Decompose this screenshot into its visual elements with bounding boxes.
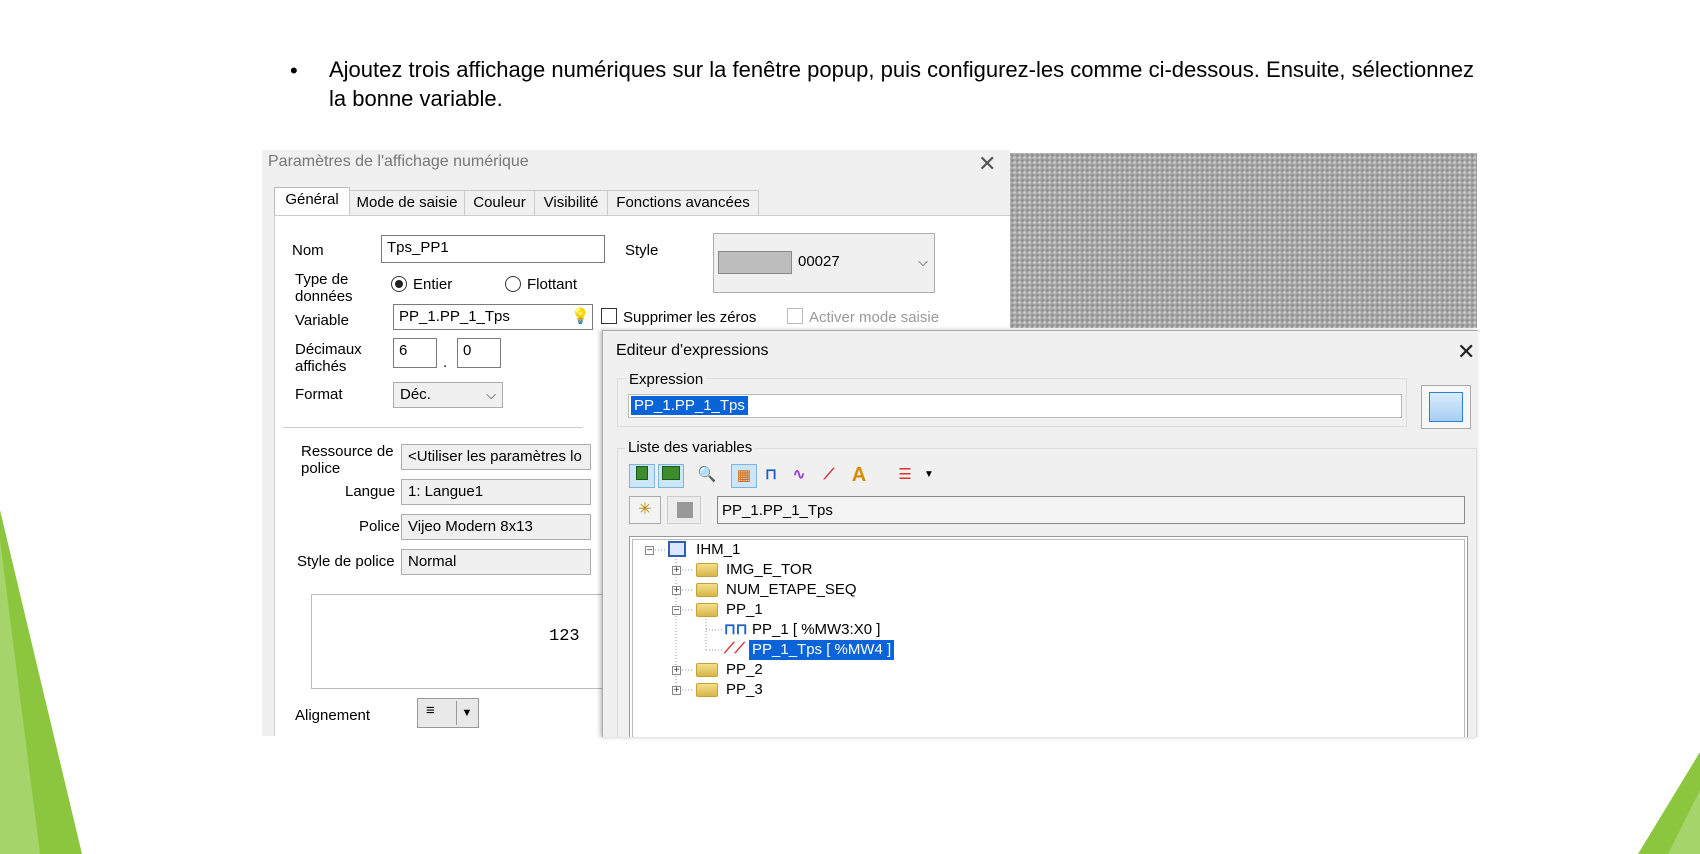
collapse-icon[interactable]: − bbox=[672, 606, 681, 616]
langue-select[interactable]: 1: Langue1 bbox=[401, 479, 591, 505]
ressource-label: Ressource de police bbox=[301, 443, 394, 477]
filter-page-icon[interactable] bbox=[629, 464, 655, 488]
tree-node-pp2[interactable]: PP_2 bbox=[726, 660, 763, 680]
style-swatch bbox=[718, 251, 792, 274]
style-label: Style bbox=[625, 242, 659, 259]
instruction-bullet: • bbox=[290, 58, 298, 83]
activer-saisie-label: Activer mode saisie bbox=[809, 309, 940, 326]
expand-icon[interactable]: + bbox=[672, 666, 681, 676]
format-value: Déc. bbox=[400, 386, 431, 403]
string-icon[interactable]: A bbox=[847, 464, 871, 486]
calculator-icon bbox=[1429, 392, 1463, 422]
radio-flottant-label: Flottant bbox=[527, 276, 578, 293]
folder-icon bbox=[696, 563, 718, 577]
style-police-label: Style de police bbox=[297, 553, 395, 570]
variable-filter-input[interactable]: PP_1.PP_1_Tps bbox=[717, 496, 1465, 524]
police-select[interactable]: Vijeo Modern 8x13 bbox=[401, 514, 591, 540]
langue-label: Langue bbox=[345, 483, 396, 500]
preview-box: 123 bbox=[311, 594, 603, 689]
tab-couleur[interactable]: Couleur bbox=[464, 190, 535, 215]
ressource-select[interactable]: <Utiliser les paramètres lo bbox=[401, 444, 591, 470]
tab-general[interactable]: Général bbox=[274, 187, 350, 216]
style-police-select[interactable]: Normal bbox=[401, 549, 591, 575]
tree-node-pp1-discrete[interactable]: PP_1 [ %MW3:X0 ] bbox=[752, 620, 880, 640]
integer-step-icon: ⟋⟋ bbox=[724, 640, 746, 657]
radio-flottant[interactable] bbox=[505, 276, 521, 292]
analog-signal-icon[interactable]: ∿ bbox=[787, 464, 811, 486]
expand-icon[interactable]: + bbox=[672, 586, 681, 596]
variable-toolbar: 🔍 ▦ ⊓ ∿ ⟋ A ☰ ▼ bbox=[627, 461, 967, 488]
variable-input[interactable]: PP_1.PP_1_Tps bbox=[393, 304, 593, 330]
chevron-down-icon: ⌵ bbox=[486, 387, 496, 402]
tree-node-pp3[interactable]: PP_3 bbox=[726, 680, 763, 700]
lightbulb-icon[interactable]: 💡 bbox=[571, 307, 590, 325]
calculator-button[interactable] bbox=[1421, 385, 1471, 429]
expression-editor-dialog: Editeur d'expressions ✕ Expression PP_1.… bbox=[602, 330, 1478, 737]
suppress-zeros-checkbox[interactable] bbox=[601, 308, 617, 324]
preview-text: 123 bbox=[549, 627, 580, 646]
screen-icon bbox=[668, 541, 686, 557]
style-value: 00027 bbox=[798, 253, 840, 270]
dropdown-arrow-icon: ▼ bbox=[456, 701, 477, 725]
dialog-title: Paramètres de l'affichage numérique bbox=[268, 153, 529, 170]
folder-icon bbox=[696, 603, 718, 617]
dropdown-arrow-icon[interactable]: ▼ bbox=[917, 464, 941, 486]
filter-global-icon[interactable] bbox=[658, 464, 684, 488]
tab-visibilite[interactable]: Visibilité bbox=[534, 190, 608, 215]
tree-node-root-label: IHM_1 bbox=[696, 541, 741, 558]
tree-node-num-etape-seq[interactable]: NUM_ETAPE_SEQ bbox=[726, 580, 857, 600]
variable-label: Variable bbox=[295, 312, 349, 329]
tag-icon[interactable] bbox=[667, 496, 701, 524]
editor-title: Editeur d'expressions bbox=[616, 342, 769, 359]
sun-icon[interactable]: ✳ bbox=[629, 496, 661, 524]
grid-view-icon[interactable]: ▦ bbox=[731, 464, 757, 488]
decimaux-label: Décimaux affichés bbox=[295, 341, 362, 375]
expression-label: Expression bbox=[626, 371, 707, 388]
decimaux-int-input[interactable]: 6 bbox=[393, 338, 437, 368]
nom-label: Nom bbox=[292, 242, 324, 259]
tree-node-pp1-tps[interactable]: PP_1_Tps [ %MW4 ] bbox=[749, 640, 895, 660]
chevron-down-icon: ⌵ bbox=[918, 254, 928, 269]
tab-mode-saisie[interactable]: Mode de saisie bbox=[349, 190, 465, 215]
folder-icon bbox=[696, 663, 718, 677]
nom-input[interactable]: Tps_PP1 bbox=[381, 235, 605, 263]
radio-entier-label: Entier bbox=[413, 276, 453, 293]
instruction-text: Ajoutez trois affichage numériques sur l… bbox=[329, 57, 1474, 111]
format-label: Format bbox=[295, 386, 343, 403]
folder-icon bbox=[696, 683, 718, 697]
sort-icon[interactable]: ☰ bbox=[893, 464, 917, 486]
decimal-separator: . bbox=[443, 354, 448, 371]
radio-entier[interactable] bbox=[391, 276, 407, 292]
integer-step-icon[interactable]: ⟋ bbox=[817, 464, 841, 486]
expand-icon[interactable]: + bbox=[672, 566, 681, 576]
divider bbox=[283, 427, 583, 428]
expand-icon[interactable]: + bbox=[672, 686, 681, 696]
collapse-icon[interactable]: − bbox=[645, 546, 654, 556]
find-icon[interactable]: 🔍 bbox=[695, 464, 719, 486]
tree-node-pp1[interactable]: PP_1 bbox=[726, 600, 763, 620]
expression-input[interactable]: PP_1.PP_1_Tps bbox=[628, 394, 1402, 418]
variable-tree: − IHM_1 + IMG_E_TOR + NUM_ETAPE_SEQ − PP… bbox=[629, 536, 1468, 737]
close-icon[interactable]: ✕ bbox=[978, 153, 996, 175]
close-icon[interactable]: ✕ bbox=[1457, 341, 1475, 363]
tree-node-root[interactable]: IHM_1 bbox=[668, 540, 740, 560]
align-center-icon: ≡ bbox=[426, 702, 435, 719]
discrete-signal-icon[interactable]: ⊓ bbox=[759, 464, 783, 486]
tab-fonctions-avancees[interactable]: Fonctions avancées bbox=[607, 190, 759, 215]
alignement-label: Alignement bbox=[295, 707, 371, 724]
type-label: Type de données bbox=[295, 271, 353, 305]
background-pattern bbox=[1010, 153, 1477, 328]
alignement-select[interactable]: ≡ ▼ bbox=[417, 698, 479, 728]
discrete-signal-icon: ⊓⊓ bbox=[724, 621, 748, 638]
suppress-zeros-label: Supprimer les zéros bbox=[623, 309, 757, 326]
style-select[interactable]: 00027 ⌵ bbox=[713, 233, 935, 293]
variable-list-label: Liste des variables bbox=[625, 439, 756, 456]
tree-node-img-e-tor[interactable]: IMG_E_TOR bbox=[726, 560, 812, 580]
police-label: Police bbox=[359, 518, 400, 535]
decimaux-frac-input[interactable]: 0 bbox=[457, 338, 501, 368]
folder-icon bbox=[696, 583, 718, 597]
expression-value: PP_1.PP_1_Tps bbox=[631, 396, 748, 415]
activer-saisie-checkbox[interactable] bbox=[787, 308, 803, 324]
format-select[interactable]: Déc. ⌵ bbox=[393, 382, 503, 408]
